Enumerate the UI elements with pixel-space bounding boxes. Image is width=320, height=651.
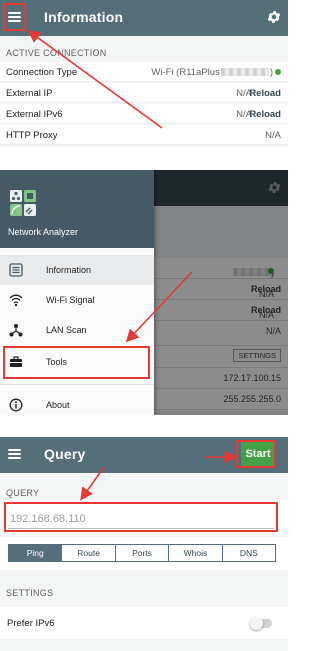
highlight-box-start [236,440,276,468]
lan-scan-icon [9,324,23,337]
redacted-text [220,68,269,77]
setting-row-prefer-ipv6: Prefer IPv6 [0,607,288,639]
prefer-ipv6-toggle[interactable] [250,617,272,630]
row-value: Wi-Fi (R11aPlus) [151,67,281,78]
row-label: Connection Type [6,67,78,78]
info-icon [9,398,23,412]
reload-button[interactable]: Reload [249,109,281,120]
drawer-divider [0,384,154,385]
connected-status-dot [275,69,281,76]
drawer-item-label: About [46,400,70,410]
row-connection-type: Connection Type Wi-Fi (R11aPlus) [0,62,288,82]
page-title: Query [44,446,86,462]
drawer-item-lan-scan[interactable]: LAN Scan [0,315,154,345]
query-screen: Query Start QUERY 192.168.68.110 Ping Ro… [0,437,288,651]
tab-ports[interactable]: Ports [114,545,168,561]
information-screen: Information ACTIVE CONNECTION Connection… [0,0,288,147]
reload-button[interactable]: Reload [249,88,281,99]
highlight-box-query [4,502,278,532]
navigation-drawer-screen: 11aPlus) N/A Reload N/A Reload N/A SETTI… [0,170,288,415]
network-analyzer-logo-icon [10,190,36,216]
row-external-ipv6: External IPv6 N/A Reload [0,104,288,124]
row-external-ip: External IP N/A Reload [0,83,288,103]
drawer-item-label: LAN Scan [46,325,87,335]
row-label: External IP [6,88,53,99]
drawer-item-information[interactable]: Information [0,255,154,285]
tab-dns[interactable]: DNS [221,545,275,561]
highlight-box-menu [3,3,26,31]
tab-route[interactable]: Route [61,545,114,561]
section-query: QUERY [6,488,40,498]
drawer-item-wifi-signal[interactable]: Wi-Fi Signal [0,285,154,315]
tool-tabs: Ping Route Ports Whois DNS [8,544,276,562]
drawer-item-about[interactable]: About [0,390,154,415]
drawer-header: Network Analyzer [0,170,154,248]
row-label: HTTP Proxy [6,130,58,141]
list-icon [9,263,23,277]
drawer-item-label: Information [46,265,92,275]
row-value: N/A [265,130,281,141]
gear-icon[interactable] [266,9,282,25]
highlight-box-tools [3,346,150,379]
row-label: External IPv6 [6,109,63,120]
section-settings: SETTINGS [6,588,54,598]
page-title: Information [44,9,124,25]
drawer-item-label: Wi-Fi Signal [46,295,95,305]
section-active-connection: ACTIVE CONNECTION [6,48,107,58]
prefer-ipv6-label: Prefer IPv6 [7,618,55,629]
hamburger-menu-icon[interactable] [6,445,24,463]
row-http-proxy: HTTP Proxy N/A [0,125,288,145]
app-bar: Information [0,0,288,36]
tab-whois[interactable]: Whois [168,545,221,561]
toggle-knob [250,617,263,630]
app-name: Network Analyzer [8,227,79,237]
tab-ping[interactable]: Ping [9,545,62,561]
wifi-signal-icon [9,294,23,307]
